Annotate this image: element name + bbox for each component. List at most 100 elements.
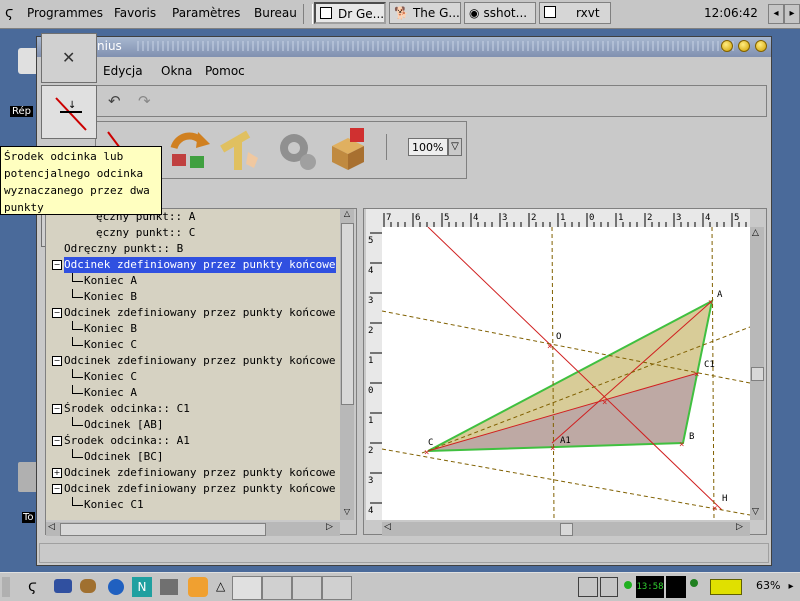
printer-icon[interactable]: [160, 579, 178, 595]
undo-icon[interactable]: ↶: [108, 92, 121, 110]
midpoint-tool-button[interactable]: ↓: [41, 85, 97, 139]
task-dr-geo[interactable]: Dr Ge...: [314, 2, 386, 24]
canvas-vertical-scrollbar[interactable]: △ ▽: [750, 227, 764, 520]
menu-edycja[interactable]: Edycja: [103, 64, 143, 78]
point-marker-c1[interactable]: ×: [694, 370, 699, 380]
panel-hide-button[interactable]: [2, 577, 10, 597]
tree-node-row[interactable]: Odcinek zdefiniowany przez punkty końcow…: [64, 481, 336, 497]
tree-horizontal-scrollbar[interactable]: ◁ ▷: [46, 522, 340, 536]
scroll-down-icon[interactable]: ▽: [752, 507, 759, 517]
tree-node-row[interactable]: Odcinek zdefiniowany przez punkty końcow…: [64, 305, 336, 321]
centroid-marker[interactable]: ×: [602, 398, 607, 408]
scroll-up-icon[interactable]: △: [341, 209, 353, 221]
monitor-icon[interactable]: [578, 577, 598, 597]
minimize-button[interactable]: [721, 40, 733, 52]
drawing-canvas[interactable]: × × × × × × × × A B C C1 O H A1: [382, 227, 750, 520]
tree-leaf-row[interactable]: Koniec C: [84, 369, 137, 385]
taskbar-scroll-icon[interactable]: ▸: [784, 4, 800, 24]
scroll-left-icon[interactable]: ◁: [48, 522, 55, 532]
tree-leaf-row[interactable]: Koniec B: [84, 321, 137, 337]
tree-node-row[interactable]: Środek odcinka:: A1: [64, 433, 190, 449]
tree-node-row[interactable]: Odcinek zdefiniowany przez punkty końcow…: [64, 257, 336, 273]
tree-node-row[interactable]: Odcinek zdefiniowany przez punkty końcow…: [64, 353, 336, 369]
menu-favoris[interactable]: Favoris: [114, 6, 156, 20]
menu-parametres[interactable]: Paramètres: [172, 6, 240, 20]
transformation-tool-icon[interactable]: [168, 128, 212, 172]
window-list-icon[interactable]: [600, 577, 618, 597]
virtual-desktop-3[interactable]: [292, 576, 322, 600]
point-marker-h[interactable]: ×: [712, 504, 717, 514]
taskbar-scroll-icon[interactable]: ◂: [768, 4, 784, 24]
show-desktop-icon[interactable]: [54, 579, 72, 593]
maximize-button[interactable]: [738, 40, 750, 52]
task-the-gimp[interactable]: 🐕 The G...: [389, 2, 461, 24]
task-sshot[interactable]: ◉ sshot...: [464, 2, 536, 24]
tree-leaf-row[interactable]: Koniec A: [84, 273, 137, 289]
point-tool-button[interactable]: ✕: [41, 33, 97, 83]
scroll-thumb[interactable]: [60, 523, 266, 536]
redo-icon[interactable]: ↷: [138, 92, 151, 110]
tree-node-row[interactable]: Odręczny punkt:: B: [64, 241, 183, 257]
tree-leaf-row[interactable]: Koniec B: [84, 289, 137, 305]
scroll-down-icon[interactable]: ▽: [341, 507, 353, 519]
scroll-right-icon[interactable]: ▷: [736, 522, 743, 532]
point-marker-a1[interactable]: ×: [550, 444, 555, 454]
dashed-line[interactable]: [551, 227, 555, 520]
menu-bureau[interactable]: Bureau: [254, 6, 297, 20]
macro-tool-icon[interactable]: [274, 128, 318, 172]
scroll-thumb[interactable]: [751, 367, 764, 381]
collapse-icon[interactable]: −: [52, 484, 62, 494]
canvas-horizontal-scrollbar[interactable]: ◁ ▷: [382, 522, 750, 536]
zoom-dropdown-button[interactable]: ▽: [448, 138, 462, 156]
point-marker-c[interactable]: ×: [424, 448, 429, 458]
gimp-launcher-icon[interactable]: [80, 579, 96, 593]
pager-arrow-icon[interactable]: △: [216, 579, 225, 593]
point-marker-b[interactable]: ×: [679, 440, 684, 450]
expand-icon[interactable]: +: [52, 468, 62, 478]
tree-leaf-row[interactable]: Koniec C1: [84, 497, 144, 513]
panel-arrow-icon[interactable]: ▸: [784, 577, 798, 597]
tree-leaf-row[interactable]: Koniec A: [84, 385, 137, 401]
tree-node-row[interactable]: Odcinek zdefiniowany przez punkty końcow…: [64, 465, 336, 481]
collapse-icon[interactable]: −: [52, 404, 62, 414]
dashed-line[interactable]: [711, 227, 715, 520]
terminal-icon[interactable]: [188, 577, 208, 597]
trash-icon[interactable]: [18, 462, 38, 492]
tree-node-row[interactable]: ęczny punkt:: C: [96, 225, 195, 241]
tree-vertical-scrollbar[interactable]: △ ▽: [340, 209, 354, 520]
scroll-thumb[interactable]: [560, 523, 573, 536]
tree-leaf-row[interactable]: Koniec C: [84, 337, 137, 353]
menu-programmes[interactable]: Programmes: [27, 6, 103, 20]
other-tools-icon[interactable]: [326, 126, 370, 172]
scroll-left-icon[interactable]: ◁: [384, 522, 391, 532]
scroll-up-icon[interactable]: △: [752, 228, 759, 238]
collapse-icon[interactable]: −: [52, 260, 62, 270]
scroll-thumb[interactable]: [341, 223, 354, 405]
virtual-desktop-2[interactable]: [262, 576, 292, 600]
scroll-right-icon[interactable]: ▷: [326, 522, 333, 532]
collapse-icon[interactable]: −: [52, 308, 62, 318]
measure-tool-icon[interactable]: [220, 128, 264, 172]
geometry-figure[interactable]: × × × × × × × × A B C C1 O H A1: [382, 227, 750, 520]
dashed-line[interactable]: [382, 448, 750, 516]
title-bar[interactable]: nius: [37, 37, 771, 57]
konqueror-icon[interactable]: [108, 579, 124, 595]
kde-menu-icon[interactable]: ϛ: [28, 577, 37, 595]
point-marker-a[interactable]: ×: [708, 298, 713, 308]
task-rxvt[interactable]: rxvt: [539, 2, 611, 24]
kde-menu-icon[interactable]: ϛ: [5, 5, 13, 21]
zoom-field[interactable]: 100%: [408, 138, 448, 156]
collapse-icon[interactable]: −: [52, 356, 62, 366]
tree-leaf-row[interactable]: Odcinek [BC]: [84, 449, 163, 465]
tree-node-row[interactable]: Środek odcinka:: C1: [64, 401, 190, 417]
close-button[interactable]: [755, 40, 767, 52]
point-marker-o[interactable]: ×: [547, 342, 552, 352]
virtual-desktop-4[interactable]: [322, 576, 352, 600]
desktop-icon-label: Rép: [10, 106, 33, 117]
tree-leaf-row[interactable]: Odcinek [AB]: [84, 417, 163, 433]
collapse-icon[interactable]: −: [52, 436, 62, 446]
virtual-desktop-1[interactable]: [232, 576, 262, 600]
menu-pomoc[interactable]: Pomoc: [205, 64, 245, 78]
netscape-icon[interactable]: N: [132, 577, 152, 597]
menu-okna[interactable]: Okna: [161, 64, 192, 78]
